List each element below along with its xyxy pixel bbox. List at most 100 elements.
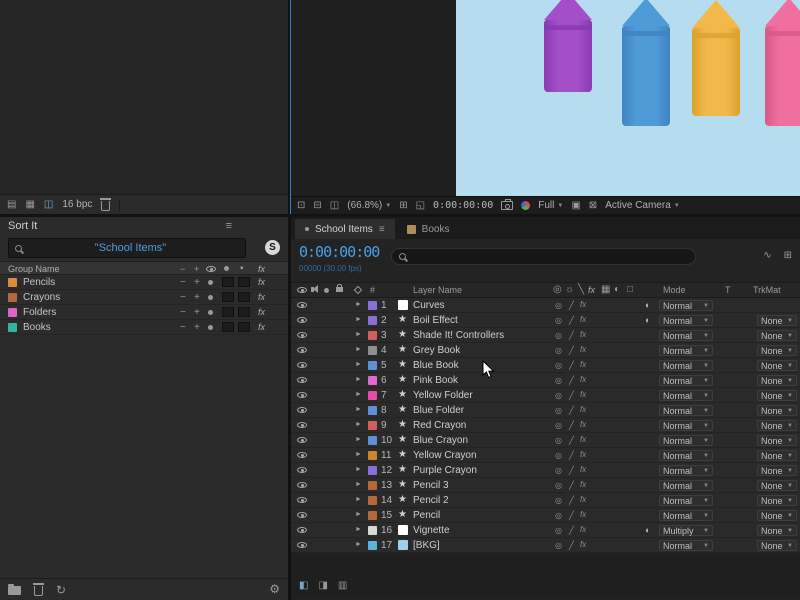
fx-icon[interactable]: fx xyxy=(580,360,586,369)
layer-visibility-eye-icon[interactable] xyxy=(297,407,307,413)
layer-visibility-eye-icon[interactable] xyxy=(297,497,307,503)
layer-visibility-eye-icon[interactable] xyxy=(297,527,307,533)
layer-row[interactable]: ► 1 Curves ◎ ╱ fx ◐ Normal ▼ ▼ xyxy=(291,298,800,313)
layer-label-color[interactable] xyxy=(368,406,377,415)
layer-expand-arrow-icon[interactable]: ► xyxy=(355,376,362,383)
trkmat-dropdown[interactable]: None ▼ xyxy=(757,405,797,416)
fx-icon[interactable]: fx xyxy=(580,510,586,519)
blend-mode-dropdown[interactable]: Normal ▼ xyxy=(659,345,713,356)
trkmat-dropdown[interactable]: None ▼ xyxy=(757,420,797,431)
group-toggle-cell[interactable] xyxy=(222,322,234,332)
layer-row[interactable]: ► 8 ★ Blue Folder ◎ ╱ fx ◐ Normal ▼ None… xyxy=(291,403,800,418)
layer-visibility-eye-icon[interactable] xyxy=(297,332,307,338)
blend-mode-dropdown[interactable]: Normal ▼ xyxy=(659,480,713,491)
quality-icon[interactable]: ╱ xyxy=(569,481,574,490)
tab-menu-icon[interactable]: ≡ xyxy=(379,224,385,235)
blend-mode-dropdown[interactable]: Normal ▼ xyxy=(659,510,713,521)
region-of-interest-icon[interactable]: ◱ xyxy=(416,201,425,211)
blend-mode-dropdown[interactable]: Normal ▼ xyxy=(659,390,713,401)
always-preview-icon[interactable]: ⊡ xyxy=(297,201,305,211)
trkmat-dropdown[interactable]: None ▼ xyxy=(757,315,797,326)
parent-pickwhip-icon[interactable]: ◎ xyxy=(555,511,562,520)
parent-pickwhip-icon[interactable]: ◎ xyxy=(555,361,562,370)
channel-color-icon[interactable] xyxy=(521,201,530,210)
timeline-tab[interactable]: Books ≡ xyxy=(397,219,460,239)
blend-mode-dropdown[interactable]: Normal ▼ xyxy=(659,450,713,461)
resolution-dropdown[interactable]: Full ▼ xyxy=(538,200,563,211)
main-monitor-icon[interactable]: ⊟ xyxy=(313,201,321,211)
add-group-icon[interactable]: + xyxy=(194,307,200,318)
layer-expand-arrow-icon[interactable]: ► xyxy=(355,481,362,488)
layer-row[interactable]: ► 14 ★ Pencil 2 ◎ ╱ fx ◐ Normal ▼ None ▼ xyxy=(291,493,800,508)
parent-pickwhip-icon[interactable]: ◎ xyxy=(555,331,562,340)
video-column-icon[interactable] xyxy=(297,287,307,293)
layer-label-color[interactable] xyxy=(368,526,377,535)
layer-expand-arrow-icon[interactable]: ► xyxy=(355,301,362,308)
parent-pickwhip-icon[interactable]: ◎ xyxy=(555,421,562,430)
layer-visibility-eye-icon[interactable] xyxy=(297,467,307,473)
layer-label-color[interactable] xyxy=(368,451,377,460)
layer-label-color[interactable] xyxy=(368,331,377,340)
quality-icon[interactable]: ╱ xyxy=(569,421,574,430)
layer-name-column-label[interactable]: Layer Name xyxy=(413,285,462,295)
layer-label-color[interactable] xyxy=(368,376,377,385)
refresh-icon[interactable]: ↻ xyxy=(56,584,66,596)
parent-pickwhip-icon[interactable]: ◎ xyxy=(555,451,562,460)
composition-view[interactable] xyxy=(456,0,800,196)
layer-label-color[interactable] xyxy=(368,511,377,520)
layer-row[interactable]: ► 3 ★ Shade It! Controllers ◎ ╱ fx ◐ Nor… xyxy=(291,328,800,343)
layer-name[interactable]: Vignette xyxy=(413,525,450,536)
group-toggle-cell[interactable] xyxy=(238,322,250,332)
quality-icon[interactable]: ╱ xyxy=(569,316,574,325)
shy-column-icon[interactable]: ◎ xyxy=(553,285,562,295)
quality-icon[interactable]: ╱ xyxy=(569,451,574,460)
layer-name[interactable]: Pencil 3 xyxy=(413,480,449,491)
lock-column-icon[interactable] xyxy=(336,287,343,292)
trkmat-dropdown[interactable]: None ▼ xyxy=(757,345,797,356)
fx-icon[interactable]: fx xyxy=(580,540,586,549)
sort-it-search-input[interactable]: "School Items" xyxy=(8,238,246,258)
trkmat-dropdown[interactable]: None ▼ xyxy=(757,375,797,386)
layer-visibility-eye-icon[interactable] xyxy=(297,452,307,458)
quality-icon[interactable]: ╱ xyxy=(569,391,574,400)
layer-label-color[interactable] xyxy=(368,541,377,550)
layer-visibility-eye-icon[interactable] xyxy=(297,377,307,383)
fx-icon[interactable]: fx xyxy=(580,420,586,429)
add-group-icon[interactable]: + xyxy=(194,277,200,288)
quality-icon[interactable]: ╱ xyxy=(569,331,574,340)
layer-name[interactable]: Yellow Folder xyxy=(413,390,473,401)
parent-pickwhip-icon[interactable]: ◎ xyxy=(555,541,562,550)
proxy-toggle-icon[interactable]: ◫ xyxy=(44,200,53,210)
layer-visibility-eye-icon[interactable] xyxy=(297,302,307,308)
trkmat-dropdown[interactable]: None ▼ xyxy=(757,525,797,536)
group-visibility-icon[interactable] xyxy=(208,310,213,315)
parent-pickwhip-icon[interactable]: ◎ xyxy=(555,406,562,415)
expand-transfer-controls-icon[interactable]: ◨ xyxy=(318,581,327,591)
interpret-footage-icon[interactable]: ▤ xyxy=(7,200,16,210)
layer-row[interactable]: ► 7 ★ Yellow Folder ◎ ╱ fx ◐ Normal ▼ No… xyxy=(291,388,800,403)
quality-icon[interactable]: ╱ xyxy=(569,361,574,370)
quality-icon[interactable]: ╱ xyxy=(569,466,574,475)
quality-icon[interactable]: ╱ xyxy=(569,496,574,505)
group-fx-icon[interactable]: fx xyxy=(258,307,265,317)
fx-icon[interactable]: fx xyxy=(580,375,586,384)
quality-icon[interactable]: ╱ xyxy=(569,511,574,520)
group-color-swatch[interactable] xyxy=(8,293,17,302)
trkmat-column-label[interactable]: TrkMat xyxy=(753,285,781,295)
parent-pickwhip-icon[interactable]: ◎ xyxy=(555,391,562,400)
layer-expand-arrow-icon[interactable]: ► xyxy=(355,496,362,503)
remove-group-icon[interactable]: − xyxy=(180,307,186,318)
trkmat-dropdown[interactable]: None ▼ xyxy=(757,495,797,506)
layer-expand-arrow-icon[interactable]: ► xyxy=(355,346,362,353)
layer-expand-arrow-icon[interactable]: ► xyxy=(355,451,362,458)
effects-column-icon[interactable]: fx xyxy=(588,285,595,295)
group-visibility-icon[interactable] xyxy=(208,295,213,300)
quality-icon[interactable]: ╱ xyxy=(569,376,574,385)
fx-icon[interactable]: fx xyxy=(580,450,586,459)
remove-group-icon[interactable]: − xyxy=(180,277,186,288)
panel-menu-icon[interactable]: ≡ xyxy=(226,217,232,235)
layer-visibility-eye-icon[interactable] xyxy=(297,482,307,488)
group-toggle-cell[interactable] xyxy=(238,307,250,317)
layer-row[interactable]: ► 13 ★ Pencil 3 ◎ ╱ fx ◐ Normal ▼ None ▼ xyxy=(291,478,800,493)
magnification-dropdown[interactable]: (66.8%) ▼ xyxy=(347,200,391,211)
